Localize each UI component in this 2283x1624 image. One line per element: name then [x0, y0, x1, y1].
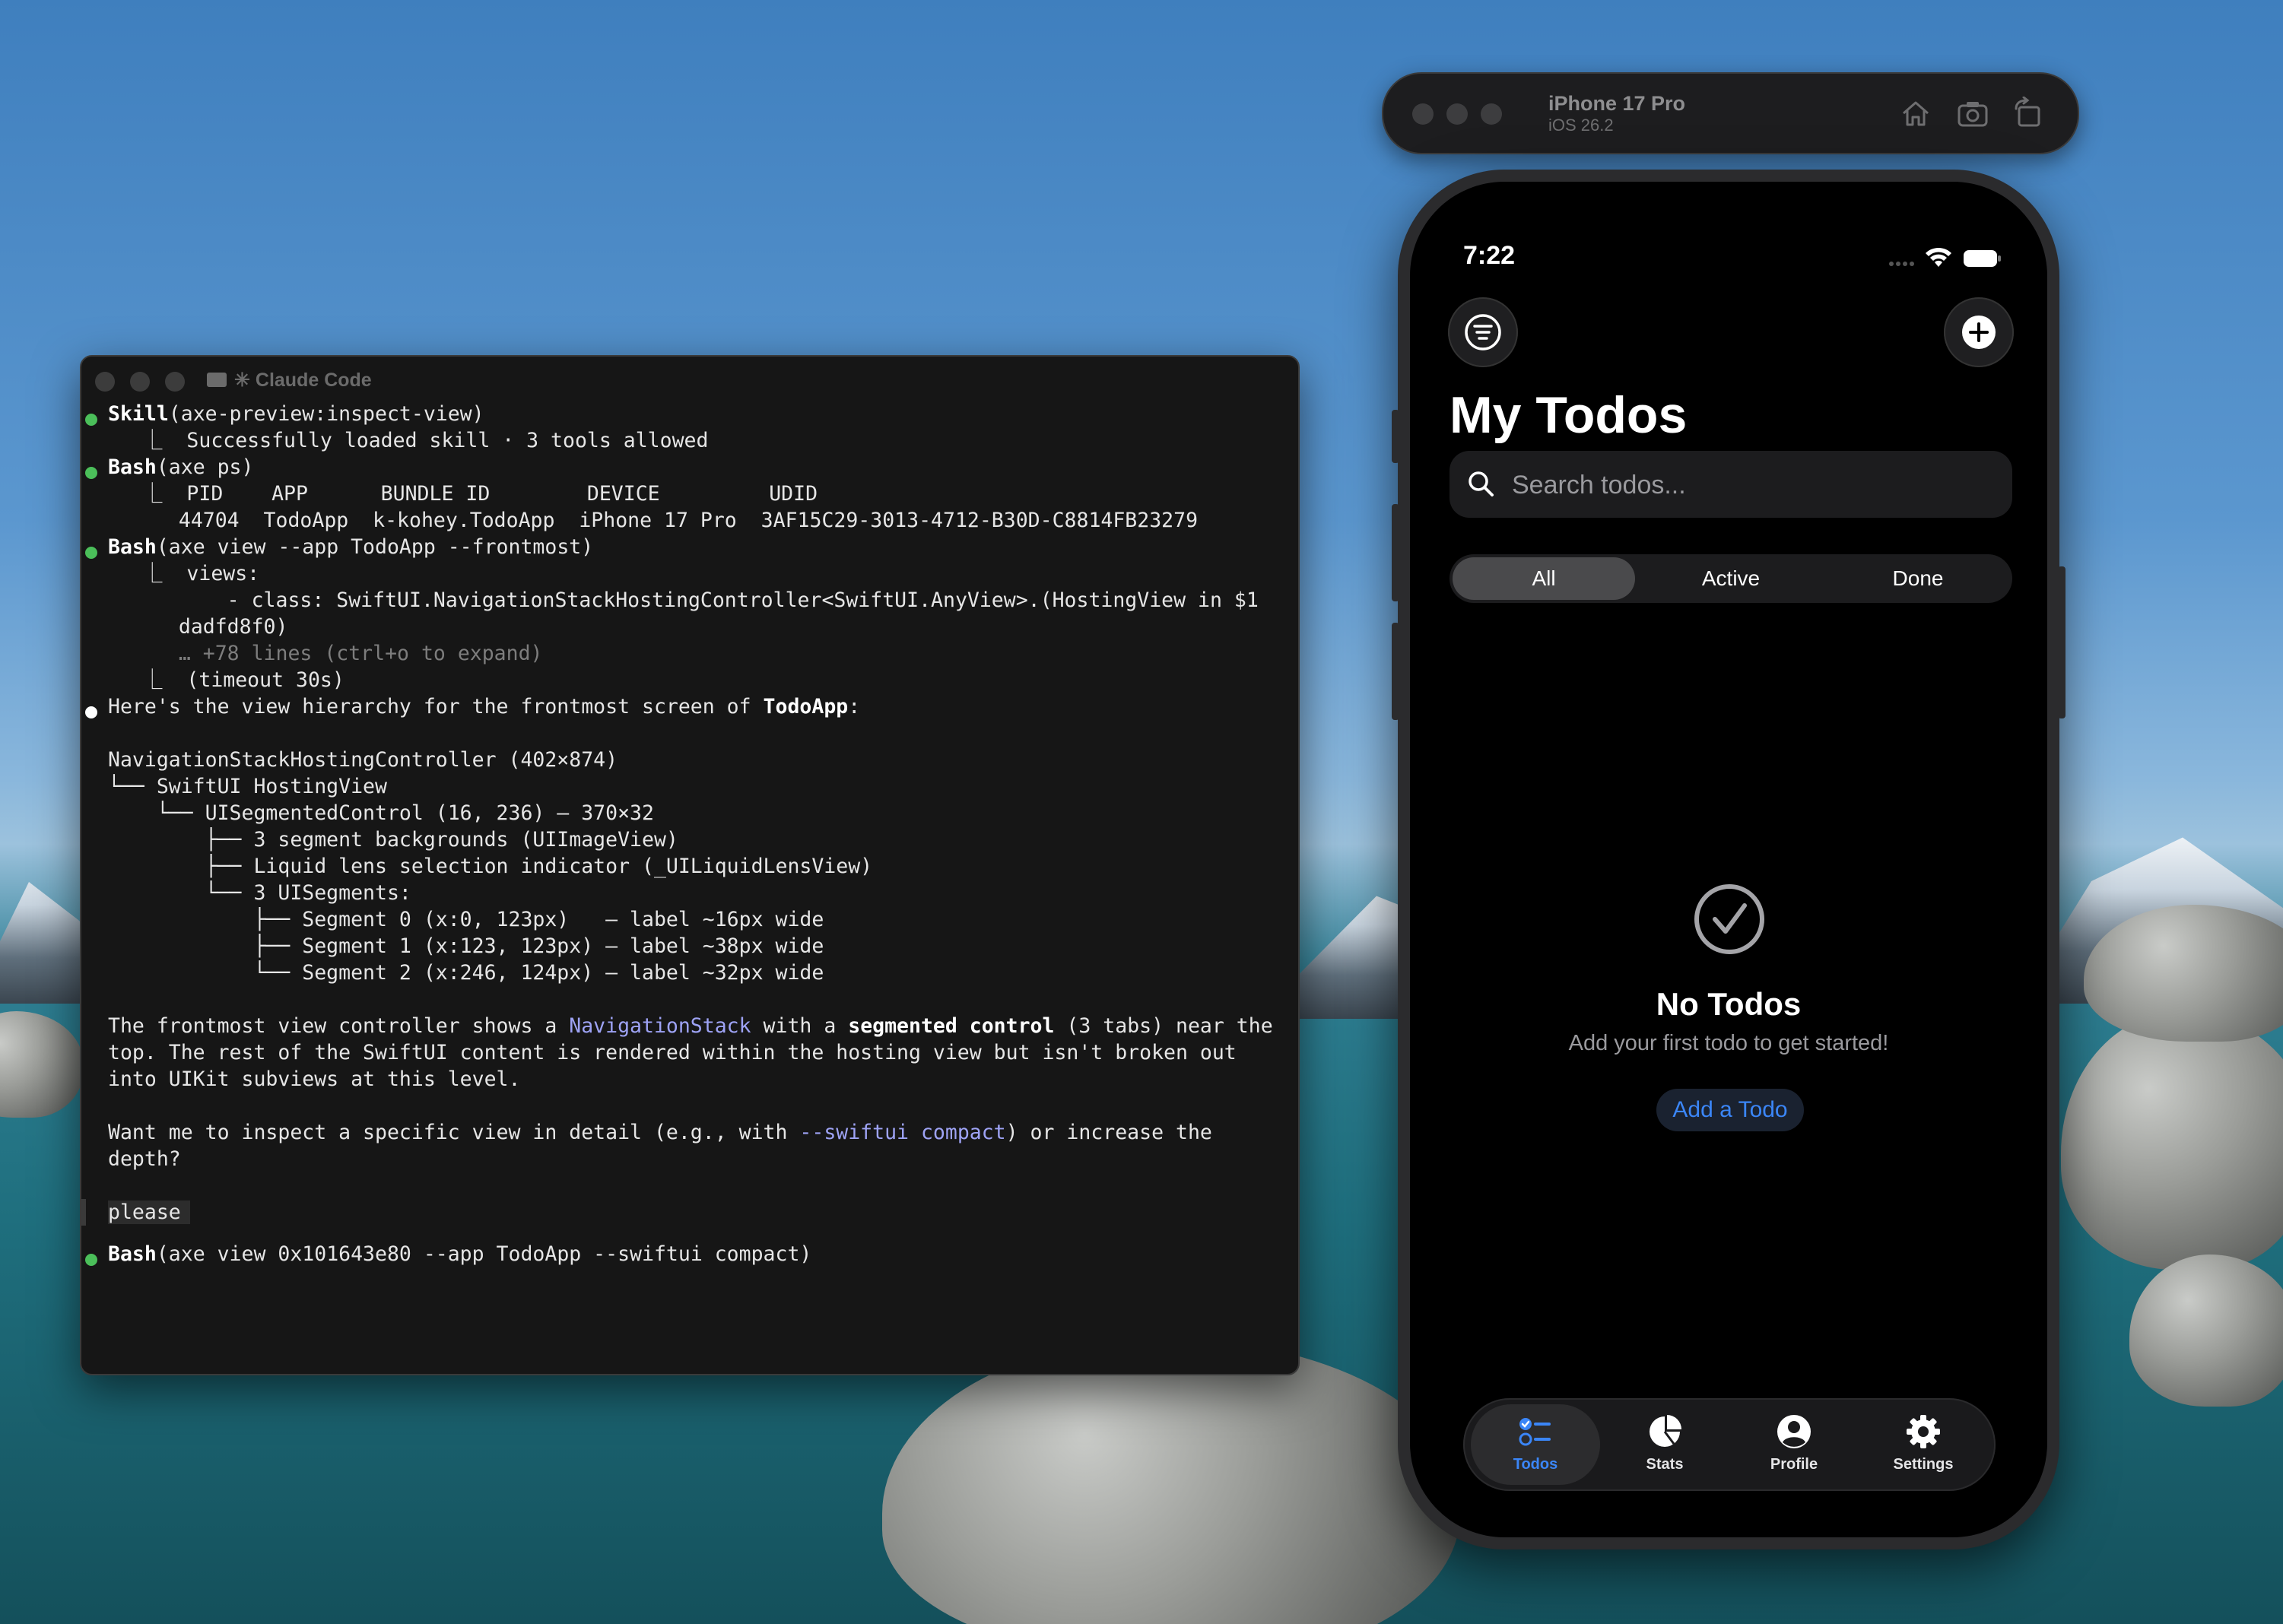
tab-stats[interactable]: Stats: [1600, 1404, 1729, 1485]
tree-line: └── 3 UISegments:: [108, 881, 411, 905]
home-icon[interactable]: [1899, 97, 1932, 130]
person-circle-icon: [1777, 1415, 1811, 1448]
tab-profile[interactable]: Profile: [1729, 1404, 1859, 1485]
screenshot-icon[interactable]: [1956, 97, 1989, 130]
tree-line: ├── Segment 0 (x:0, 123px) — label ~16px…: [108, 908, 824, 931]
tab-label: Settings: [1893, 1456, 1954, 1473]
checkmark-circle-icon: [1694, 884, 1764, 954]
volume-up-button[interactable]: [1392, 504, 1399, 601]
response-line: Want me to inspect a specific view in de…: [108, 1121, 1212, 1144]
page-title: My Todos: [1449, 386, 1688, 444]
simulator-toolbar[interactable]: iPhone 17 Pro iOS 26.2: [1382, 72, 2079, 154]
tool-call-line: Bash(axe ps): [108, 455, 254, 479]
output-line: ⎿ (timeout 30s): [142, 668, 345, 692]
segment-active[interactable]: Active: [1640, 557, 1822, 600]
tool-call-line: Bash(axe view --app TodoApp --frontmost): [108, 535, 594, 559]
tree-line: └── SwiftUI HostingView: [108, 775, 387, 798]
tree-line: ├── 3 segment backgrounds (UIImageView): [108, 828, 678, 852]
os-version: iOS 26.2: [1548, 116, 1614, 135]
zoom-window-button[interactable]: [165, 372, 185, 392]
response-line: into UIKit subviews at this level.: [108, 1067, 521, 1091]
volume-down-button[interactable]: [1392, 623, 1399, 720]
tool-call-line: Bash(axe view 0x101643e80 --app TodoApp …: [108, 1242, 812, 1266]
terminal-window[interactable]: ✳ Claude Code Skill(axe-preview:inspect-…: [80, 355, 1300, 1375]
gear-icon: [1907, 1415, 1940, 1448]
close-window-button[interactable]: [1412, 103, 1434, 125]
output-line: dadfd8f0): [142, 615, 288, 639]
status-bullet-icon: [85, 414, 97, 426]
tree-line: NavigationStackHostingController (402×87…: [108, 748, 618, 772]
tree-line: └── UISegmentedControl (16, 236) — 370×3…: [108, 801, 654, 825]
filter-button[interactable]: [1448, 297, 1518, 367]
device-name: iPhone 17 Pro: [1548, 92, 1686, 115]
response-bullet-icon: [85, 706, 97, 718]
pie-chart-icon: [1650, 1415, 1681, 1447]
tool-call-line: Skill(axe-preview:inspect-view): [108, 402, 484, 426]
segment-done[interactable]: Done: [1827, 557, 2009, 600]
status-icons: [1888, 246, 2002, 275]
terminal-output[interactable]: Skill(axe-preview:inspect-view) ⎿ Succes…: [81, 401, 1298, 1374]
terminal-title: ✳ Claude Code: [207, 369, 372, 392]
prompt-marker: [81, 1199, 86, 1226]
add-todo-button[interactable]: [1944, 297, 2014, 367]
search-input[interactable]: [1510, 451, 1985, 519]
user-prompt: please: [108, 1199, 190, 1226]
empty-state-title: No Todos: [1656, 986, 1802, 1022]
rotate-icon[interactable]: [2012, 97, 2045, 130]
tab-todos[interactable]: Todos: [1471, 1404, 1600, 1485]
response-line: Here's the view hierarchy for the frontm…: [108, 695, 861, 718]
tab-settings[interactable]: Settings: [1859, 1404, 1988, 1485]
action-button[interactable]: [1392, 410, 1399, 463]
response-line: depth?: [108, 1147, 181, 1171]
empty-state-subtitle: Add your first todo to get started!: [1568, 1031, 1889, 1055]
response-line: The frontmost view controller shows a Na…: [108, 1014, 1273, 1038]
tab-label: Todos: [1513, 1456, 1558, 1473]
expand-hint[interactable]: … +78 lines (ctrl+o to expand): [142, 640, 543, 667]
status-time: 7:22: [1463, 241, 1516, 270]
output-line: ⎿ PID APP BUNDLE ID DEVICE UDID: [142, 482, 818, 506]
tab-label: Stats: [1646, 1456, 1684, 1473]
folder-icon: [207, 373, 227, 387]
close-window-button[interactable]: [95, 372, 115, 392]
side-button[interactable]: [2058, 566, 2065, 718]
tree-line: ├── Segment 1 (x:123, 123px) — label ~38…: [108, 934, 824, 958]
tree-line: ├── Liquid lens selection indicator (_UI…: [108, 855, 873, 878]
output-line: 44704 TodoApp k-kohey.TodoApp iPhone 17 …: [142, 509, 1199, 532]
output-line: - class: SwiftUI.NavigationStackHostingC…: [142, 588, 1259, 612]
status-bullet-icon: [85, 467, 97, 479]
tab-bar[interactable]: Todos Stats Profile Settings: [1463, 1398, 1996, 1491]
segment-all[interactable]: All: [1453, 557, 1635, 600]
response-line: top. The rest of the SwiftUI content is …: [108, 1041, 1237, 1064]
add-a-todo-button[interactable]: Add a Todo: [1656, 1089, 1804, 1131]
checklist-icon: [1519, 1418, 1551, 1446]
status-bullet-icon: [85, 1254, 97, 1266]
plus-circle-icon: [1962, 316, 1996, 349]
status-bullet-icon: [85, 547, 97, 559]
output-line: ⎿ Successfully loaded skill · 3 tools al…: [142, 429, 709, 452]
minimize-window-button[interactable]: [1446, 103, 1468, 125]
iphone-device-frame: 7:22 My Todos Search todos... All Active…: [1392, 170, 2065, 1549]
cellular-icon: [1889, 262, 1914, 266]
tab-label: Profile: [1770, 1456, 1818, 1473]
zoom-window-button[interactable]: [1481, 103, 1502, 125]
search-icon: [1466, 469, 1497, 503]
output-line: ⎿ views:: [142, 562, 260, 585]
battery-icon: [1964, 250, 2001, 267]
app-screen[interactable]: 7:22 My Todos Search todos... All Active…: [1410, 182, 2047, 1537]
filter-segmented-control[interactable]: All Active Done: [1449, 554, 2012, 603]
terminal-titlebar[interactable]: ✳ Claude Code: [81, 357, 1298, 401]
minimize-window-button[interactable]: [130, 372, 150, 392]
tree-line: └── Segment 2 (x:246, 124px) — label ~32…: [108, 961, 824, 985]
wifi-icon: [1926, 247, 1951, 267]
filter-icon: [1465, 314, 1501, 350]
search-bar[interactable]: [1449, 451, 2012, 519]
